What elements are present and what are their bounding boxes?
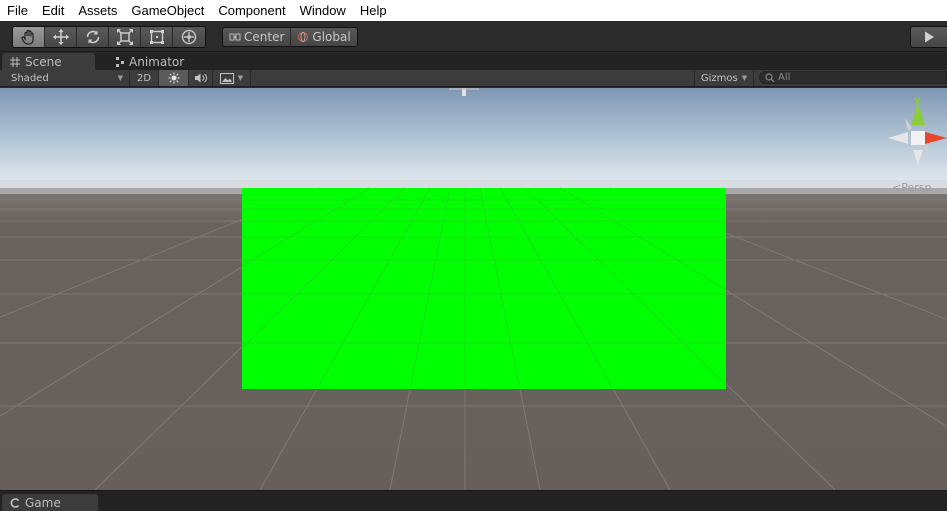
menu-assets[interactable]: Assets	[71, 0, 124, 21]
gizmos-label: Gizmos	[700, 72, 738, 84]
persp-label: Persp	[901, 181, 932, 194]
transform-tool-button[interactable]	[173, 27, 205, 47]
menu-gameobject[interactable]: GameObject	[124, 0, 211, 21]
menu-edit[interactable]: Edit	[35, 0, 71, 21]
menu-bar: File Edit Assets GameObject Component Wi…	[0, 0, 947, 21]
mode-2d-label: 2D	[136, 72, 152, 84]
green-plane[interactable]	[242, 188, 726, 389]
scene-grid-icon	[10, 56, 20, 67]
scene-view[interactable]: y	[0, 88, 947, 490]
rotate-tool-button[interactable]	[77, 27, 109, 47]
scene-toolbar: Shaded ▼ 2D ▼ Gizmos ▼ All	[0, 70, 947, 87]
rotate-icon	[86, 30, 99, 44]
chevron-left-icon: <	[892, 181, 902, 194]
game-tab-row: Game	[0, 490, 947, 511]
speaker-icon	[194, 73, 207, 83]
scene-audio-toggle[interactable]	[189, 70, 213, 86]
tab-animator-label: Animator	[129, 54, 185, 69]
rect-tool-button[interactable]	[141, 27, 173, 47]
pivot-center-icon	[229, 33, 241, 41]
chevron-down-icon: ▼	[237, 74, 244, 82]
projection-label[interactable]: <Persp	[892, 181, 931, 194]
animator-icon	[116, 56, 124, 67]
transform-tools	[12, 26, 206, 48]
search-placeholder: All	[778, 72, 791, 83]
image-icon	[219, 72, 234, 84]
pivot-controls: Center Global	[222, 27, 358, 47]
pivot-center-toggle[interactable]: Center	[223, 28, 292, 46]
hand-icon	[20, 29, 34, 45]
tab-game[interactable]: Game	[2, 494, 98, 511]
scene-effects-dropdown[interactable]: ▼	[213, 70, 251, 86]
scale-icon	[116, 29, 133, 45]
pivot-global-label: Global	[312, 30, 351, 44]
globe-icon	[298, 31, 309, 43]
menu-help[interactable]: Help	[353, 0, 394, 21]
scene-tab-row: Scene Animator	[0, 53, 947, 70]
scene-viewport[interactable]: y <Persp	[0, 88, 947, 490]
mode-2d-toggle[interactable]: 2D	[130, 70, 159, 86]
play-icon	[925, 31, 934, 43]
draw-mode-dropdown[interactable]: Shaded ▼	[0, 70, 130, 86]
move-tool-button[interactable]	[45, 27, 77, 47]
gizmos-dropdown[interactable]: Gizmos ▼	[694, 70, 754, 86]
sun-icon	[168, 72, 179, 84]
tab-scene-label: Scene	[25, 54, 62, 69]
play-button[interactable]	[910, 26, 947, 48]
tab-animator[interactable]: Animator	[108, 53, 184, 70]
scene-lighting-toggle[interactable]	[159, 70, 189, 86]
game-controller-icon	[10, 498, 20, 508]
menu-file[interactable]: File	[0, 0, 35, 21]
scene-search-field[interactable]: All	[759, 71, 947, 84]
draw-mode-label: Shaded	[11, 72, 49, 84]
sky	[0, 88, 947, 192]
main-toolbar: Center Global	[0, 21, 947, 52]
menu-window[interactable]: Window	[293, 0, 353, 21]
gizmo-center-cube	[911, 131, 925, 145]
transform-tool-icon	[181, 29, 197, 45]
search-icon	[765, 72, 775, 82]
chevron-down-icon: ▼	[117, 74, 123, 82]
menu-component[interactable]: Component	[211, 0, 292, 21]
axis-y-label: y	[914, 95, 921, 106]
move-icon	[52, 29, 69, 45]
pivot-center-label: Center	[244, 30, 285, 44]
tab-game-label: Game	[25, 496, 61, 510]
tab-scene[interactable]: Scene	[2, 53, 95, 70]
pivot-global-toggle[interactable]: Global	[291, 28, 357, 46]
hand-tool-button[interactable]	[13, 27, 45, 47]
chevron-down-icon: ▼	[741, 74, 748, 82]
rect-tool-icon	[149, 30, 164, 44]
scale-tool-button[interactable]	[109, 27, 141, 47]
